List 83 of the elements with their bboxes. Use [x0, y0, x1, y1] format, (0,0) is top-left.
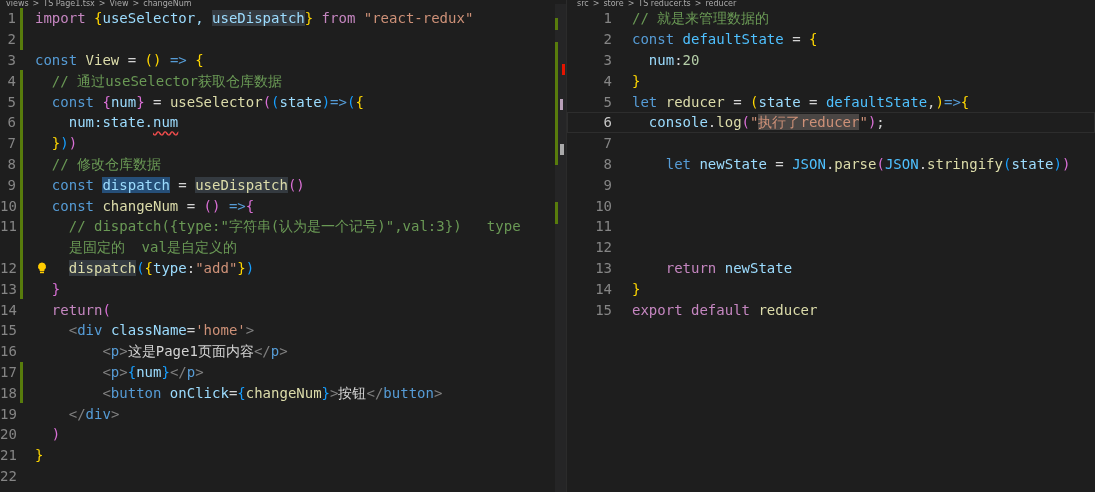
line-number: 13: [594, 258, 612, 278]
code-line: }: [632, 279, 641, 299]
breadcrumb-item[interactable]: >: [32, 0, 40, 8]
code-line: const changeNum = () =>{: [50, 196, 255, 216]
line-number: 5: [602, 92, 612, 112]
code-line: return newState: [664, 258, 793, 278]
code-line: }: [35, 446, 44, 466]
code-line: export default reducer: [632, 300, 818, 320]
code-line: 是固定的 val是自定义的: [67, 238, 237, 258]
code-line: // 就是来管理数据的: [632, 9, 770, 29]
code-line: import {useSelector, useDispatch} from "react-redux": [35, 9, 474, 29]
line-number: 6: [602, 113, 612, 133]
code-line: ): [50, 425, 61, 445]
line-number: 2: [602, 30, 612, 50]
lightbulb-icon[interactable]: [37, 261, 47, 274]
line-number: 10: [0, 196, 16, 216]
code-line: <p>{num}</p>: [101, 362, 204, 382]
line-number: 9: [6, 175, 16, 195]
line-number: 7: [6, 134, 16, 154]
code-line: num:20: [647, 51, 700, 70]
breadcrumb-item[interactable]: View: [109, 0, 129, 8]
code-line: const {num} = useSelector((state)=>({: [50, 92, 364, 112]
line-number: 3: [6, 51, 16, 70]
line-number: 2: [6, 30, 16, 50]
code-line: num:state.num: [67, 113, 179, 133]
code-line: // 通过useSelector获取仓库数据: [50, 71, 282, 91]
line-number: 16: [0, 342, 16, 362]
code-line: </div>: [67, 404, 120, 424]
line-number: 4: [6, 71, 16, 91]
line-number: 1: [6, 9, 16, 29]
line-number: 5: [6, 92, 16, 112]
line-number: 11: [594, 217, 612, 237]
code-line: // dispatch({type:"字符串(认为是一个记号)",val:3}) type: [67, 217, 521, 237]
code-line: }: [632, 71, 641, 91]
line-number: 15: [0, 321, 16, 341]
line-number: 10: [594, 196, 612, 216]
code-line: }: [50, 279, 61, 299]
line-number: 20: [0, 425, 16, 445]
breadcrumb-item[interactable]: src: [577, 0, 589, 8]
line-number: 8: [602, 154, 612, 174]
line-number: 12: [0, 258, 16, 278]
code-line: // 修改仓库数据: [50, 154, 162, 174]
line-number: 8: [6, 154, 16, 174]
breadcrumb-item[interactable]: TS reducer.ts: [638, 0, 691, 8]
line-number: 13: [0, 279, 16, 299]
line-number: 3: [602, 51, 612, 70]
breadcrumb-item[interactable]: TS Page1.tsx: [43, 0, 95, 8]
line-number: 15: [594, 300, 612, 320]
line-number: 17: [0, 362, 16, 382]
line-number: 4: [602, 71, 612, 91]
line-number: 19: [0, 404, 16, 424]
breadcrumb-item[interactable]: views: [6, 0, 29, 8]
line-number: 6: [6, 113, 16, 133]
code-line: dispatch({type:"add"}): [67, 258, 255, 278]
line-number: 7: [602, 134, 612, 154]
line-number: 21: [0, 446, 16, 466]
code-line: console.log("执行了reducer");: [647, 113, 885, 133]
breadcrumb-item[interactable]: >: [694, 0, 702, 8]
breadcrumb-item[interactable]: >: [132, 0, 140, 8]
line-number: 12: [594, 238, 612, 258]
breadcrumb-item[interactable]: store: [603, 0, 624, 8]
line-number: 18: [0, 383, 16, 403]
line-number: 22: [0, 466, 16, 486]
breadcrumb-item[interactable]: reducer: [705, 0, 737, 8]
code-line: <p>这是Page1页面内容</p>: [101, 342, 288, 362]
code-line: let reducer = (state = defaultState,)=>{: [632, 92, 970, 112]
breadcrumb-item[interactable]: >: [627, 0, 635, 8]
code-line: const dispatch = useDispatch(): [50, 175, 305, 195]
code-line: let newState = JSON.parse(JSON.stringify(state)): [664, 154, 1071, 174]
code-line: <div className='home'>: [67, 321, 255, 341]
breadcrumb-item[interactable]: changeNum: [143, 0, 192, 8]
breadcrumb-item[interactable]: >: [98, 0, 106, 8]
code-line: <button onClick={changeNum}>按钮</button>: [101, 383, 443, 403]
line-number: 14: [594, 279, 612, 299]
line-number: 11: [0, 217, 16, 237]
breadcrumb-item[interactable]: >: [592, 0, 600, 8]
line-number: 14: [0, 300, 16, 320]
code-line: const View = () => {: [35, 51, 204, 70]
code-line: return(: [50, 300, 111, 320]
code-line: const defaultState = {: [632, 30, 818, 50]
code-line: })): [50, 134, 78, 154]
line-number: 1: [602, 9, 612, 29]
line-number: 9: [602, 175, 612, 195]
